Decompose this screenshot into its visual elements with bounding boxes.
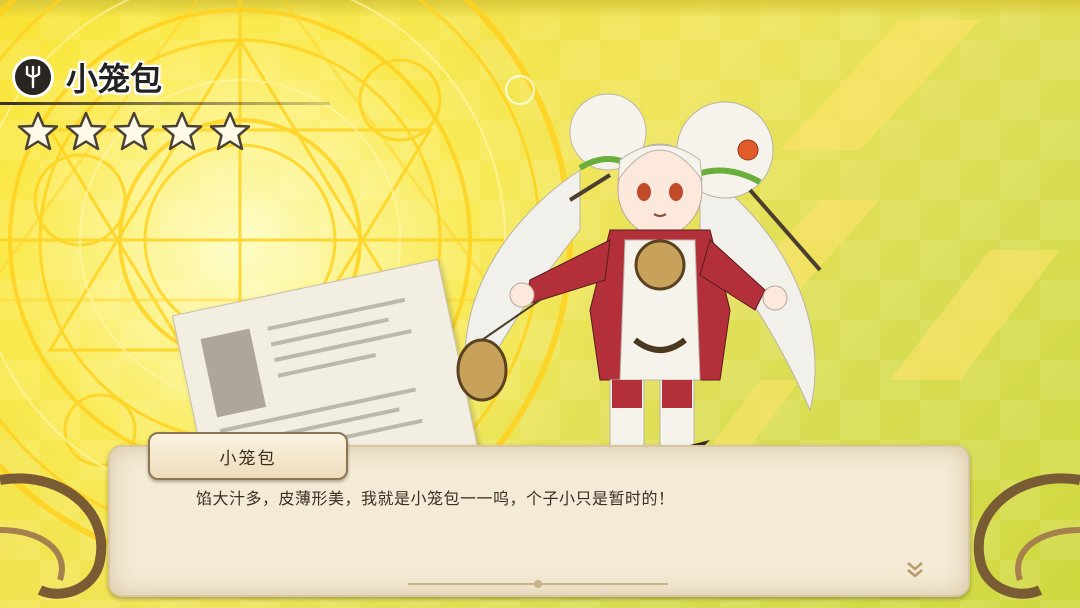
game-scene: 小笼包 馅大汁多，皮薄形美，我就是小笼包一一呜，个子小只是暂时的！ 小笼包	[0, 0, 1080, 608]
speaker-nameplate: 小笼包	[148, 432, 348, 480]
star-rating	[16, 110, 252, 154]
chevron-double-down-icon	[907, 562, 923, 578]
star-icon	[17, 111, 59, 151]
character-name: 小笼包	[66, 60, 163, 98]
star-icon	[65, 111, 107, 151]
star-icon	[209, 111, 251, 151]
star-icon	[113, 111, 155, 151]
bottom-flourish	[408, 580, 668, 588]
character-illustration	[456, 93, 822, 461]
fork-icon	[12, 56, 54, 98]
advance-dialog-button[interactable]	[902, 557, 928, 583]
title-divider	[0, 102, 330, 105]
speaker-name: 小笼包	[219, 448, 277, 469]
character-title: 小笼包	[12, 54, 162, 100]
star-icon	[161, 111, 203, 151]
dialog-line: 馅大汁多，皮薄形美，我就是小笼包一一呜，个子小只是暂时的！	[196, 489, 675, 508]
